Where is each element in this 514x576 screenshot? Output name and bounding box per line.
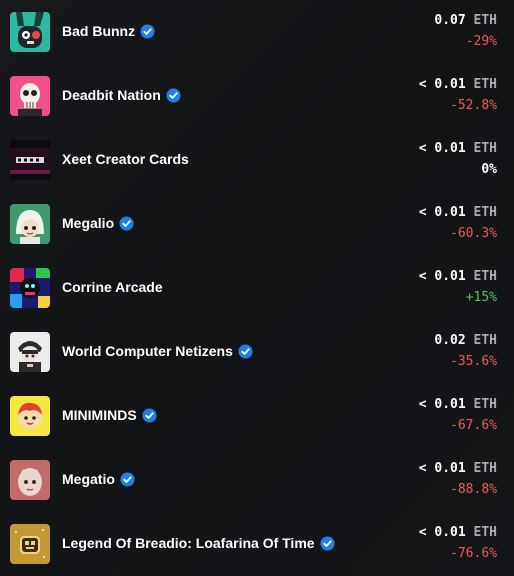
floor-price: < 0.01 ETH: [418, 397, 497, 412]
price-change: -88.8%: [450, 482, 497, 497]
collection-avatar[interactable]: [10, 524, 50, 564]
price-unit: ETH: [473, 397, 497, 412]
collection-name[interactable]: Bad Bunnz: [62, 23, 155, 39]
price-unit: ETH: [473, 13, 497, 28]
verified-badge-icon: [119, 215, 134, 231]
collection-name[interactable]: Legend Of Breadio: Loafarina Of Time: [62, 535, 335, 551]
collection-row-deadbit-nation[interactable]: Deadbit Nation < 0.01 ETH -52.8%: [0, 64, 514, 128]
price-change: -29%: [465, 34, 497, 49]
price-unit: ETH: [473, 77, 497, 92]
verified-badge-icon: [320, 535, 335, 551]
collection-name[interactable]: Megalio: [62, 215, 134, 231]
collection-row-world-computer-netizens[interactable]: World Computer Netizens 0.02 ETH -35.6%: [0, 320, 514, 384]
collection-name[interactable]: Deadbit Nation: [62, 87, 181, 103]
price-unit: ETH: [473, 333, 497, 348]
price-unit: ETH: [473, 141, 497, 156]
price-change: -67.6%: [450, 418, 497, 433]
collection-row-megalio[interactable]: Megalio < 0.01 ETH -60.3%: [0, 192, 514, 256]
floor-price: < 0.01 ETH: [418, 141, 497, 156]
price-unit: ETH: [473, 461, 497, 476]
collection-avatar[interactable]: [10, 204, 50, 244]
floor-price: < 0.01 ETH: [418, 461, 497, 476]
price-change: -52.8%: [450, 98, 497, 113]
price-change: -35.6%: [450, 354, 497, 369]
collection-row-corrine-arcade[interactable]: Corrine Arcade < 0.01 ETH +15%: [0, 256, 514, 320]
price-unit: ETH: [473, 269, 497, 284]
collection-name[interactable]: Megatio: [62, 471, 135, 487]
collection-avatar[interactable]: [10, 332, 50, 372]
collection-avatar[interactable]: [10, 268, 50, 308]
price-unit: ETH: [473, 525, 497, 540]
collection-row-bad-bunnz[interactable]: Bad Bunnz 0.07 ETH -29%: [0, 0, 514, 64]
collection-row-megatio[interactable]: Megatio < 0.01 ETH -88.8%: [0, 448, 514, 512]
floor-price: < 0.01 ETH: [418, 269, 497, 284]
collection-avatar[interactable]: [10, 76, 50, 116]
collection-name[interactable]: Xeet Creator Cards: [62, 151, 189, 167]
floor-price: 0.02 ETH: [434, 333, 497, 348]
floor-price: 0.07 ETH: [434, 13, 497, 28]
collection-name[interactable]: World Computer Netizens: [62, 343, 253, 359]
price-unit: ETH: [473, 205, 497, 220]
collection-avatar[interactable]: [10, 12, 50, 52]
collection-avatar[interactable]: [10, 460, 50, 500]
verified-badge-icon: [140, 23, 155, 39]
collection-name[interactable]: MINIMINDS: [62, 407, 157, 423]
verified-badge-icon: [120, 471, 135, 487]
collection-row-miniminds[interactable]: MINIMINDS < 0.01 ETH -67.6%: [0, 384, 514, 448]
collection-name[interactable]: Corrine Arcade: [62, 279, 163, 295]
floor-price: < 0.01 ETH: [418, 77, 497, 92]
price-change: +15%: [465, 290, 497, 305]
verified-badge-icon: [142, 407, 157, 423]
collection-row-xeet-creator-cards[interactable]: Xeet Creator Cards < 0.01 ETH 0%: [0, 128, 514, 192]
collection-list: Bad Bunnz 0.07 ETH -29% Deadbit Nation <…: [0, 0, 514, 575]
verified-badge-icon: [238, 343, 253, 359]
floor-price: < 0.01 ETH: [418, 205, 497, 220]
collection-avatar[interactable]: [10, 396, 50, 436]
verified-badge-icon: [166, 87, 181, 103]
price-change: -76.6%: [450, 546, 497, 561]
price-change: 0%: [481, 162, 497, 177]
collection-row-legend-of-breadio[interactable]: Legend Of Breadio: Loafarina Of Time < 0…: [0, 512, 514, 576]
price-change: -60.3%: [450, 226, 497, 241]
collection-avatar[interactable]: [10, 140, 50, 180]
floor-price: < 0.01 ETH: [418, 525, 497, 540]
